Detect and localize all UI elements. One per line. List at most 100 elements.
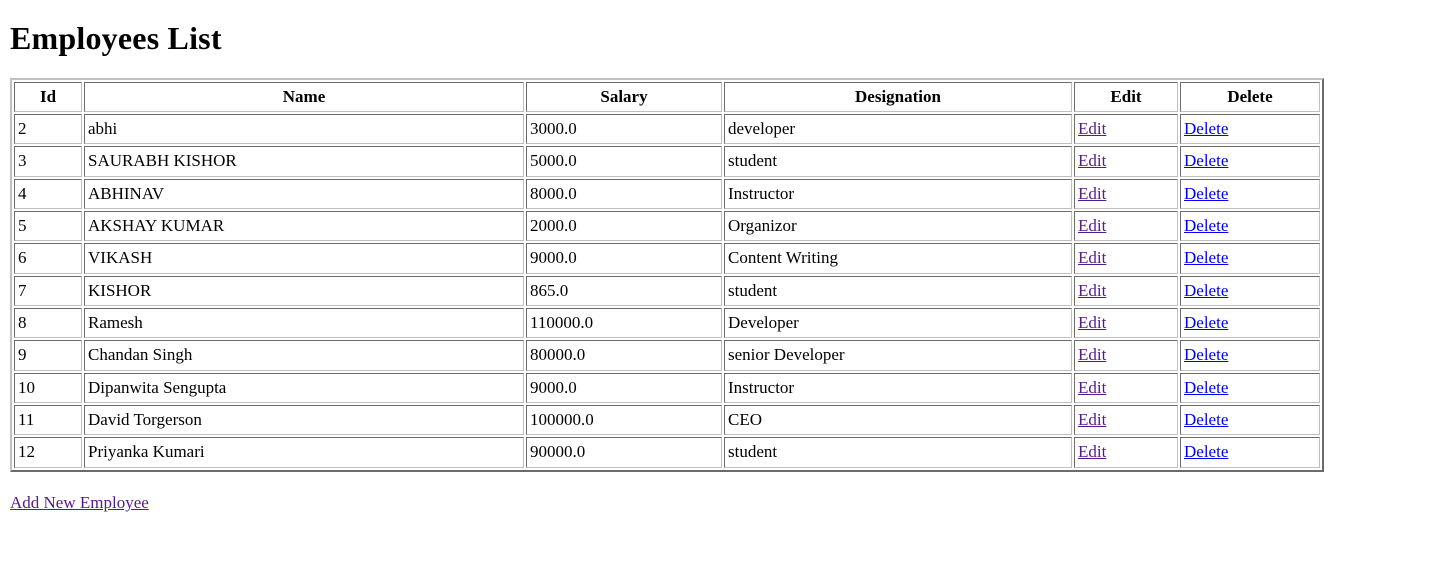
edit-link[interactable]: Edit [1078, 442, 1106, 461]
column-header-name: Name [84, 81, 524, 112]
cell-delete: Delete [1180, 405, 1320, 436]
cell-designation: Developer [724, 308, 1072, 339]
cell-edit: Edit [1074, 308, 1178, 339]
cell-delete: Delete [1180, 146, 1320, 177]
cell-designation: student [724, 275, 1072, 306]
delete-link[interactable]: Delete [1184, 151, 1228, 170]
delete-link[interactable]: Delete [1184, 216, 1228, 235]
cell-name: Chandan Singh [84, 340, 524, 371]
cell-id: 12 [14, 437, 82, 468]
column-header-salary: Salary [526, 81, 722, 112]
edit-link[interactable]: Edit [1078, 345, 1106, 364]
delete-link[interactable]: Delete [1184, 313, 1228, 332]
cell-salary: 9000.0 [526, 243, 722, 274]
column-header-id: Id [14, 81, 82, 112]
cell-salary: 865.0 [526, 275, 722, 306]
cell-salary: 110000.0 [526, 308, 722, 339]
page-title: Employees List [10, 20, 222, 56]
cell-salary: 8000.0 [526, 178, 722, 209]
table-row: 8 Ramesh 110000.0 Developer Edit Delete [14, 308, 1320, 339]
cell-edit: Edit [1074, 275, 1178, 306]
cell-salary: 90000.0 [526, 437, 722, 468]
cell-salary: 100000.0 [526, 405, 722, 436]
edit-link[interactable]: Edit [1078, 378, 1106, 397]
column-header-delete: Delete [1180, 81, 1320, 112]
cell-delete: Delete [1180, 372, 1320, 404]
cell-id: 6 [14, 243, 82, 274]
cell-designation: CEO [724, 405, 1072, 436]
delete-link[interactable]: Delete [1184, 184, 1228, 203]
cell-name: Ramesh [84, 308, 524, 339]
cell-id: 10 [14, 372, 82, 404]
cell-delete: Delete [1180, 113, 1320, 145]
delete-link[interactable]: Delete [1184, 410, 1228, 429]
cell-delete: Delete [1180, 243, 1320, 274]
cell-designation: Instructor [724, 178, 1072, 209]
cell-name: VIKASH [84, 243, 524, 274]
cell-id: 5 [14, 210, 82, 242]
cell-designation: Organizor [724, 210, 1072, 242]
delete-link[interactable]: Delete [1184, 281, 1228, 300]
delete-link[interactable]: Delete [1184, 345, 1228, 364]
cell-name: David Torgerson [84, 405, 524, 436]
cell-salary: 2000.0 [526, 210, 722, 242]
cell-salary: 3000.0 [526, 113, 722, 145]
cell-salary: 9000.0 [526, 372, 722, 404]
cell-salary: 5000.0 [526, 146, 722, 177]
cell-delete: Delete [1180, 275, 1320, 306]
table-row: 7 KISHOR 865.0 student Edit Delete [14, 275, 1320, 306]
add-new-employee-link[interactable]: Add New Employee [10, 493, 149, 512]
cell-edit: Edit [1074, 146, 1178, 177]
edit-link[interactable]: Edit [1078, 281, 1106, 300]
cell-name: KISHOR [84, 275, 524, 306]
edit-link[interactable]: Edit [1078, 119, 1106, 138]
table-row: 3 SAURABH KISHOR 5000.0 student Edit Delete [14, 146, 1320, 177]
cell-edit: Edit [1074, 243, 1178, 274]
cell-salary: 80000.0 [526, 340, 722, 371]
edit-link[interactable]: Edit [1078, 151, 1106, 170]
edit-link[interactable]: Edit [1078, 313, 1106, 332]
cell-edit: Edit [1074, 210, 1178, 242]
table-row: 11 David Torgerson 100000.0 CEO Edit Delete [14, 405, 1320, 436]
cell-designation: student [724, 437, 1072, 468]
edit-link[interactable]: Edit [1078, 216, 1106, 235]
cell-edit: Edit [1074, 178, 1178, 209]
edit-link[interactable]: Edit [1078, 410, 1106, 429]
cell-designation: student [724, 146, 1072, 177]
cell-id: 11 [14, 405, 82, 436]
cell-delete: Delete [1180, 178, 1320, 209]
column-header-edit: Edit [1074, 81, 1178, 112]
delete-link[interactable]: Delete [1184, 442, 1228, 461]
cell-name: AKSHAY KUMAR [84, 210, 524, 242]
cell-name: ABHINAV [84, 178, 524, 209]
cell-delete: Delete [1180, 308, 1320, 339]
table-row: 5 AKSHAY KUMAR 2000.0 Organizor Edit Delete [14, 210, 1320, 242]
cell-edit: Edit [1074, 340, 1178, 371]
cell-designation: senior Developer [724, 340, 1072, 371]
cell-delete: Delete [1180, 340, 1320, 371]
edit-link[interactable]: Edit [1078, 184, 1106, 203]
cell-name: abhi [84, 113, 524, 145]
page-container: Employees List Id Name Salary Designatio… [0, 0, 1433, 523]
table-row: 4 ABHINAV 8000.0 Instructor Edit Delete [14, 178, 1320, 209]
table-header: Id Name Salary Designation Edit Delete [14, 81, 1320, 112]
table-row: 12 Priyanka Kumari 90000.0 student Edit Delet… [14, 437, 1320, 468]
table-header-row: Id Name Salary Designation Edit Delete [14, 81, 1320, 112]
cell-edit: Edit [1074, 437, 1178, 468]
delete-link[interactable]: Delete [1184, 248, 1228, 267]
employees-table: Id Name Salary Designation Edit Delete 2… [10, 77, 1324, 472]
cell-id: 7 [14, 275, 82, 306]
cell-id: 3 [14, 146, 82, 177]
cell-designation: Content Writing [724, 243, 1072, 274]
delete-link[interactable]: Delete [1184, 119, 1228, 138]
cell-name: Priyanka Kumari [84, 437, 524, 468]
cell-name: Dipanwita Sengupta [84, 372, 524, 404]
delete-link[interactable]: Delete [1184, 378, 1228, 397]
edit-link[interactable]: Edit [1078, 248, 1106, 267]
column-header-designation: Designation [724, 81, 1072, 112]
cell-id: 4 [14, 178, 82, 209]
cell-id: 2 [14, 113, 82, 145]
table-body: 2 abhi 3000.0 developer Edit Delete 3 SAURABH K… [14, 113, 1320, 468]
table-row: 9 Chandan Singh 80000.0 senior Developer Edi… [14, 340, 1320, 371]
add-new-employee-container: Add New Employee [10, 490, 1425, 516]
